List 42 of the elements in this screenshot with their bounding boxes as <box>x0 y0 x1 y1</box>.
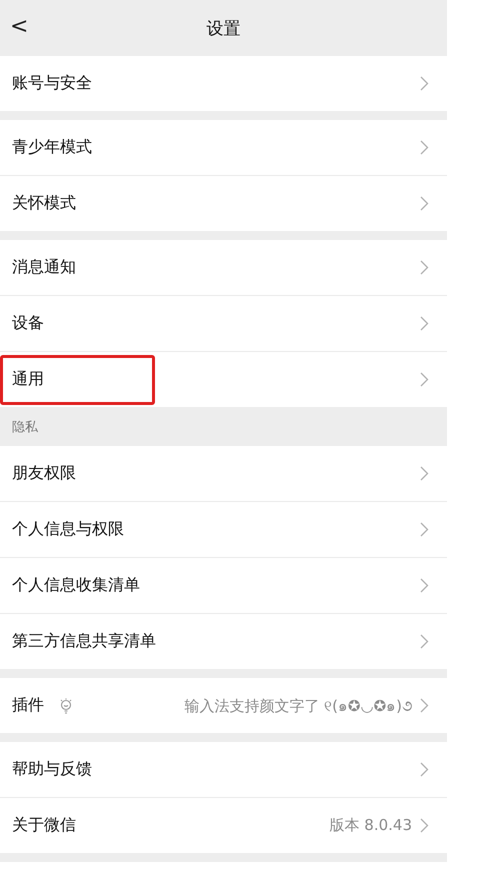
back-button[interactable]: < <box>10 14 28 39</box>
chevron-icon <box>420 578 429 593</box>
settings-row[interactable]: 个人信息收集清单 <box>0 557 447 613</box>
chevron-icon <box>420 316 429 331</box>
settings-row[interactable]: 帮助与反馈 <box>0 742 447 797</box>
settings-row[interactable]: 账号与安全 <box>0 56 447 111</box>
row-label: 消息通知 <box>11 257 76 278</box>
settings-row[interactable]: 青少年模式 <box>0 120 447 175</box>
chevron-icon <box>420 76 429 91</box>
settings-row[interactable]: 消息通知 <box>0 240 447 295</box>
row-label: 朋友权限 <box>11 463 76 484</box>
row-label: 第三方信息共享清单 <box>11 631 156 652</box>
row-label: 帮助与反馈 <box>11 759 92 780</box>
chevron-icon <box>420 818 429 833</box>
settings-row[interactable]: 朋友权限 <box>0 446 447 501</box>
settings-row[interactable]: 关怀模式 <box>0 175 447 231</box>
row-label: 个人信息收集清单 <box>11 575 140 596</box>
row-label: 通用 <box>11 369 44 390</box>
settings-row[interactable]: 第三方信息共享清单 <box>0 613 447 669</box>
settings-row[interactable]: 插件 输入法支持颜文字了 ୧(๑✪◡✪๑)૭ <box>0 678 447 733</box>
row-label: 设备 <box>11 313 44 334</box>
row-label: 插件 <box>11 695 44 716</box>
chevron-icon <box>420 762 429 777</box>
row-value: 版本 8.0.43 <box>330 816 412 835</box>
row-value: 输入法支持颜文字了 ୧(๑✪◡✪๑)૭ <box>184 696 412 716</box>
row-label: 青少年模式 <box>11 137 92 158</box>
settings-row[interactable]: 设备 <box>0 295 447 351</box>
chevron-icon <box>420 634 429 649</box>
chevron-icon <box>420 522 429 537</box>
page-title: 设置 <box>206 18 240 40</box>
chevron-icon <box>420 466 429 481</box>
chevron-icon <box>420 196 429 211</box>
chevron-icon <box>420 140 429 155</box>
settings-row[interactable]: 关于微信 版本 8.0.43 <box>0 797 447 853</box>
row-label: 关于微信 <box>11 815 76 836</box>
row-label: 关怀模式 <box>11 193 76 214</box>
row-label: 账号与安全 <box>11 73 92 94</box>
chevron-icon <box>420 260 429 275</box>
row-label: 个人信息与权限 <box>11 519 124 540</box>
chevron-icon <box>420 698 429 713</box>
chevron-icon <box>420 372 429 387</box>
settings-row[interactable]: 个人信息与权限 <box>0 501 447 557</box>
